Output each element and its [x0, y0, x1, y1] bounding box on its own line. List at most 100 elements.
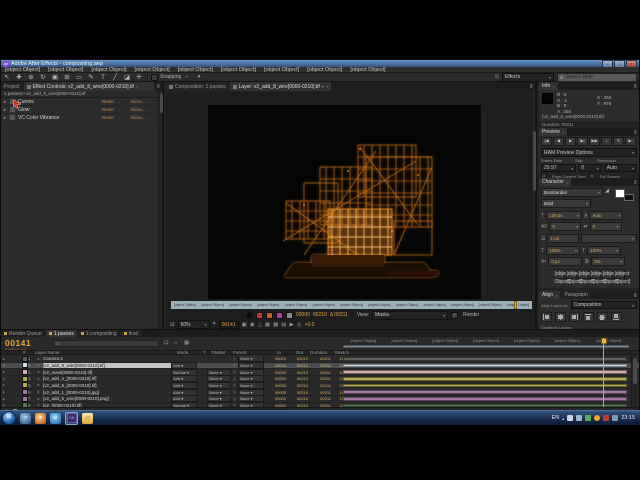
font-family-dropdown[interactable]: Bombardier ▾: [541, 188, 603, 197]
magnification-dropdown[interactable]: 50% ▾: [177, 320, 210, 329]
snap-options-icon[interactable]: ⌐: [181, 73, 193, 82]
green-channel-icon[interactable]: [266, 311, 273, 319]
duration-value[interactable]: 00211: [308, 370, 331, 375]
pan-behind-tool-icon[interactable]: ⊞: [61, 73, 73, 82]
footage-image[interactable]: [208, 105, 481, 299]
taskbar-explorer-folder-icon[interactable]: ▱: [82, 412, 93, 424]
faux-style-button[interactable]: [object Object]: [565, 269, 582, 285]
parent-pickwhip-icon[interactable]: ◎: [231, 377, 238, 381]
tray-antivirus-icon[interactable]: [585, 415, 592, 421]
viewer-scrollbar[interactable]: [531, 91, 536, 301]
menu-item[interactable]: [object Object]: [260, 67, 303, 73]
tab-dropdown-icon[interactable]: ▾: [322, 84, 324, 89]
parent-header[interactable]: Parent: [233, 350, 259, 355]
shape-tool-icon[interactable]: ▭: [73, 73, 85, 82]
tab-info[interactable]: Info ×: [539, 82, 558, 90]
region-of-interest-icon[interactable]: ▦: [265, 322, 270, 328]
transparency-icon[interactable]: ▩: [273, 322, 278, 328]
tray-messenger-icon[interactable]: [594, 415, 601, 421]
ram-preview-button[interactable]: ▶.: [625, 137, 636, 146]
tab-align[interactable]: Align ×: [539, 291, 561, 299]
zoom-tool-icon[interactable]: ⊕: [25, 73, 37, 82]
pixel-aspect-icon[interactable]: ▶: [289, 322, 293, 328]
layer-name[interactable]: [v2_add_6_[0000-0210].tif]: [43, 383, 171, 388]
close-tab-icon[interactable]: ×: [136, 84, 138, 89]
current-time-field[interactable]: 00141: [218, 320, 239, 329]
panel-menu-icon[interactable]: ≣: [155, 84, 162, 89]
layer-duration-bar[interactable]: [343, 357, 627, 361]
layer-duration-bar[interactable]: [343, 370, 627, 374]
table-row[interactable]: ● 4 ► [v2_add_4_[0000-0210].tif] Add ▾ N…: [1, 375, 639, 383]
selection-tool-icon[interactable]: ↖: [1, 73, 13, 82]
menu-item[interactable]: [object Object]: [217, 67, 260, 73]
panel-menu-icon[interactable]: ≣: [632, 180, 639, 185]
effect-reset-link[interactable]: Reset: [102, 115, 128, 120]
tab-composition[interactable]: Composition: 1.passes: [166, 82, 229, 91]
video-eye-icon[interactable]: ●: [1, 377, 6, 381]
tray-volume-icon[interactable]: [576, 415, 583, 421]
blue-channel-icon[interactable]: [276, 311, 283, 319]
in-value[interactable]: 00000: [264, 356, 286, 361]
tray-network-icon[interactable]: [612, 415, 619, 421]
faux-style-button[interactable]: [object Object]: [577, 269, 594, 285]
tray-expand-icon[interactable]: ▴: [562, 416, 564, 421]
axis-mode-icon[interactable]: ✦: [193, 73, 205, 82]
layer-name[interactable]: [v2_add_1_[0000-0210].jpg]: [43, 390, 171, 395]
parent-pickwhip-icon[interactable]: ◎: [231, 363, 238, 367]
frame-blend-icon[interactable]: ▦: [184, 340, 189, 346]
layer-duration-bar[interactable]: [343, 383, 627, 388]
parent-pickwhip-icon[interactable]: ◎: [231, 357, 238, 361]
duration-value[interactable]: 00211: [308, 383, 331, 388]
twirl-icon[interactable]: ►: [3, 99, 7, 104]
align-horizontal-center-icon[interactable]: [555, 312, 566, 322]
align-right-icon[interactable]: [569, 312, 580, 322]
effect-about-link[interactable]: About...: [130, 115, 160, 120]
table-row[interactable]: ● 3 ► [v2_mask[0000-0210].tif] Normal ▾ …: [1, 368, 639, 376]
layer-name-header[interactable]: Layer Name: [35, 350, 177, 355]
vertical-scale-field[interactable]: 100% ▾: [546, 246, 581, 255]
draft-3d-icon[interactable]: ⌂: [174, 340, 177, 346]
red-channel-icon[interactable]: [256, 311, 263, 319]
snapshot-icon[interactable]: ▣: [242, 322, 247, 328]
skip-dropdown[interactable]: 0 ▾: [578, 164, 602, 172]
menu-item[interactable]: [object Object]: [346, 67, 389, 73]
search-help-input[interactable]: ⊙ Search Help: [557, 72, 637, 82]
layer-duration-bar[interactable]: [343, 390, 627, 394]
video-eye-icon[interactable]: ●: [1, 383, 6, 387]
baseline-shift-field[interactable]: 0 px: [548, 257, 583, 266]
in-value[interactable]: 00000: [264, 370, 286, 375]
out-value[interactable]: 00210: [286, 370, 308, 375]
play-button[interactable]: ▶: [565, 137, 576, 146]
layer-playhead[interactable]: [514, 301, 517, 309]
layer-name[interactable]: [v2_add_5_wire[0000-0210].png]: [43, 396, 171, 401]
leading-field[interactable]: Auto ▾: [589, 211, 624, 220]
type-tool-icon[interactable]: T: [97, 73, 109, 82]
menu-item[interactable]: [object Object]: [303, 67, 346, 73]
font-size-field[interactable]: 120 px ▾: [546, 211, 583, 220]
faux-style-button[interactable]: [object Object]: [601, 269, 618, 285]
first-frame-button[interactable]: |◀: [541, 137, 552, 146]
align-vertical-center-icon[interactable]: [597, 312, 608, 322]
table-row[interactable]: ● 5 ► [v2_add_6_[0000-0210].tif] Add ▾ N…: [1, 381, 639, 390]
mask-visibility-icon[interactable]: △: [258, 322, 262, 328]
effect-row[interactable]: ► Glow Reset About...: [1, 106, 162, 114]
timeline-tab[interactable]: final: [120, 330, 141, 337]
alpha-channel-icon[interactable]: [286, 311, 293, 319]
next-frame-button[interactable]: ▶|: [577, 137, 588, 146]
faux-style-button[interactable]: [object Object]: [589, 269, 606, 285]
snapping-checkbox[interactable]: [151, 73, 158, 81]
align-top-icon[interactable]: [583, 312, 594, 322]
stroke-color-swatch[interactable]: [624, 194, 634, 201]
start-button[interactable]: ⊞: [2, 411, 16, 425]
always-preview-icon[interactable]: ⊟: [170, 322, 175, 328]
effect-about-link[interactable]: About...: [130, 107, 160, 112]
align-to-dropdown[interactable]: Composition ▾: [570, 301, 637, 309]
timeline-tab[interactable]: 1.passes: [45, 330, 77, 337]
in-value[interactable]: 00000: [264, 383, 286, 388]
align-left-icon[interactable]: [541, 312, 552, 322]
out-value[interactable]: 00210: [286, 383, 308, 388]
panel-menu-icon[interactable]: ≣: [632, 84, 639, 89]
tab-preview[interactable]: Preview ×: [539, 128, 568, 136]
loop-button[interactable]: ↻: [613, 137, 624, 146]
hand-tool-icon[interactable]: ✚: [13, 73, 25, 82]
